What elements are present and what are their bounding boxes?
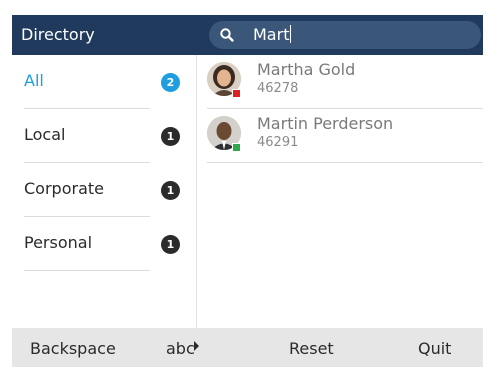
category-sidebar: All 2 Local 1 Corporate 1 Personal 1 xyxy=(12,55,197,328)
contact-name: Martha Gold xyxy=(257,60,356,79)
search-input[interactable]: Mart xyxy=(209,21,481,49)
category-label: Personal xyxy=(24,233,93,252)
divider xyxy=(24,270,150,271)
search-icon xyxy=(220,28,234,42)
category-label: All xyxy=(24,71,44,90)
search-value: Mart xyxy=(253,25,290,44)
category-corporate[interactable]: Corporate 1 xyxy=(12,163,197,217)
presence-busy-indicator xyxy=(232,89,241,98)
abc-softkey[interactable]: abc xyxy=(166,339,195,358)
category-label: Corporate xyxy=(24,179,104,198)
category-all[interactable]: All 2 xyxy=(12,55,197,109)
reset-softkey[interactable]: Reset xyxy=(289,339,334,358)
softkey-bar: Backspace abc Reset Quit xyxy=(12,328,483,367)
header-bar: Directory Mart xyxy=(12,15,483,55)
contact-extension: 46291 xyxy=(257,135,299,150)
category-label: Local xyxy=(24,125,66,144)
contact-list: Martha Gold 46278 Martin Perderson 46291 xyxy=(198,55,483,328)
quit-softkey[interactable]: Quit xyxy=(418,339,451,358)
contact-row[interactable]: Martin Perderson 46291 xyxy=(198,109,483,163)
triangle-right-icon xyxy=(194,341,199,351)
search-text: Mart xyxy=(253,25,292,44)
contact-row[interactable]: Martha Gold 46278 xyxy=(198,55,483,109)
count-badge: 2 xyxy=(161,73,180,92)
contact-extension: 46278 xyxy=(257,81,299,96)
count-badge: 1 xyxy=(161,235,180,254)
text-caret xyxy=(290,25,292,43)
count-badge: 1 xyxy=(161,127,180,146)
phone-screen: Directory Mart All 2 Local 1 Corporate 1… xyxy=(12,15,483,367)
divider xyxy=(207,162,483,163)
category-local[interactable]: Local 1 xyxy=(12,109,197,163)
page-title: Directory xyxy=(21,25,95,44)
presence-available-indicator xyxy=(232,143,241,152)
category-personal[interactable]: Personal 1 xyxy=(12,217,197,271)
count-badge: 1 xyxy=(161,181,180,200)
contact-name: Martin Perderson xyxy=(257,114,394,133)
backspace-softkey[interactable]: Backspace xyxy=(30,339,116,358)
